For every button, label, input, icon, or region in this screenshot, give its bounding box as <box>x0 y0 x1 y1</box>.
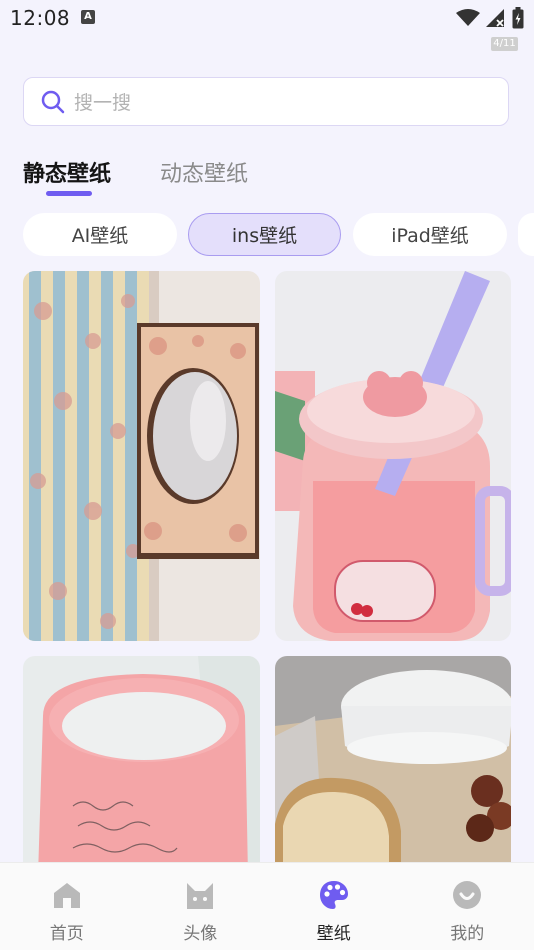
wallpaper-thumbnail <box>275 656 511 876</box>
nav-item-mine[interactable]: 我的 <box>401 863 534 950</box>
category-chip-more[interactable] <box>518 213 534 256</box>
status-time: 12:08 <box>10 6 70 30</box>
home-icon <box>51 879 83 911</box>
nav-label-home: 首页 <box>0 919 134 944</box>
wallpaper-card-floral-curtain-mirror[interactable] <box>23 271 260 641</box>
search-input[interactable]: 搜一搜 <box>23 77 509 126</box>
wallpaper-card-pink-jar-drink[interactable] <box>275 271 511 641</box>
notification-a-icon: A <box>81 10 95 24</box>
nav-item-avatar[interactable]: 头像 <box>134 863 268 950</box>
category-chip-ai[interactable]: AI壁纸 <box>23 213 177 256</box>
smile-icon <box>451 879 483 911</box>
wallpaper-card-milk-and-bread[interactable] <box>275 656 511 876</box>
cell-signal-icon <box>486 9 506 27</box>
search-icon <box>40 89 66 115</box>
wifi-icon <box>456 9 480 27</box>
wallpaper-card-pink-mug-milk[interactable] <box>23 656 260 876</box>
wallpaper-thumbnail <box>275 271 511 641</box>
cat-face-icon <box>184 879 216 911</box>
battery-icon <box>512 7 524 29</box>
search-placeholder: 搜一搜 <box>74 88 131 115</box>
wallpaper-thumbnail <box>23 271 260 641</box>
page-counter: 4/11 <box>491 37 518 51</box>
palette-icon <box>318 879 350 911</box>
category-chip-ins[interactable]: ins壁纸 <box>188 213 341 256</box>
status-indicators <box>456 7 524 29</box>
tab-live-wallpaper[interactable]: 动态壁纸 <box>160 156 248 188</box>
nav-label-mine: 我的 <box>401 919 534 944</box>
status-bar: 12:08 A <box>0 0 534 36</box>
nav-label-avatar: 头像 <box>134 919 268 944</box>
tab-static-wallpaper[interactable]: 静态壁纸 <box>23 156 111 188</box>
nav-item-wallpaper[interactable]: 壁纸 <box>267 863 401 950</box>
wallpaper-thumbnail <box>23 656 260 876</box>
nav-item-home[interactable]: 首页 <box>0 863 134 950</box>
active-tab-indicator <box>46 191 92 196</box>
category-chip-ipad[interactable]: iPad壁纸 <box>353 213 507 256</box>
bottom-nav: 首页 头像 壁纸 我的 <box>0 862 534 950</box>
nav-label-wallpaper: 壁纸 <box>267 919 401 944</box>
